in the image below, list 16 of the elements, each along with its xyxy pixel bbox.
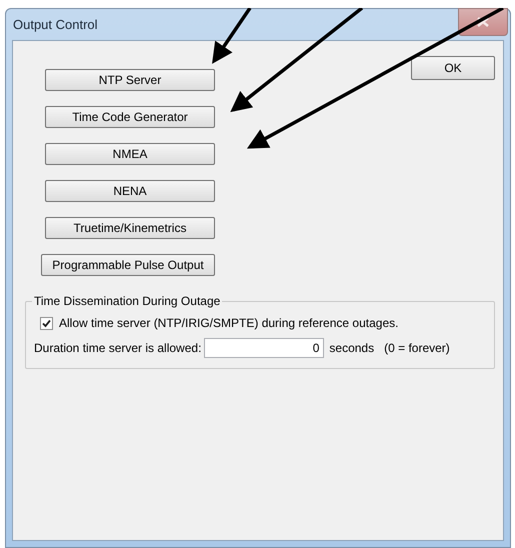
checkbox-label: Allow time server (NTP/IRIG/SMPTE) during reference outages. [59,315,398,332]
duration-label: Duration time server is allowed: [34,340,202,357]
option-button[interactable]: Truetime/Kinemetrics [45,217,215,239]
checkbox[interactable] [40,316,53,330]
option-button[interactable]: NTP Server [45,69,215,91]
hint-text: (0 = forever) [384,340,450,357]
group-title: Time Dissemination During Outage [32,294,222,308]
window-title: Output Control [13,16,98,34]
option-button[interactable]: NENA [45,180,215,202]
unit-label: seconds [329,340,374,357]
option-button[interactable]: Time Code Generator [45,106,215,128]
close-icon [477,17,489,27]
option-button[interactable]: NMEA [45,143,215,165]
ok-button[interactable]: OK [411,56,495,80]
duration-field[interactable]: 0 [204,338,324,358]
option-button[interactable]: Programmable Pulse Output [41,254,215,276]
